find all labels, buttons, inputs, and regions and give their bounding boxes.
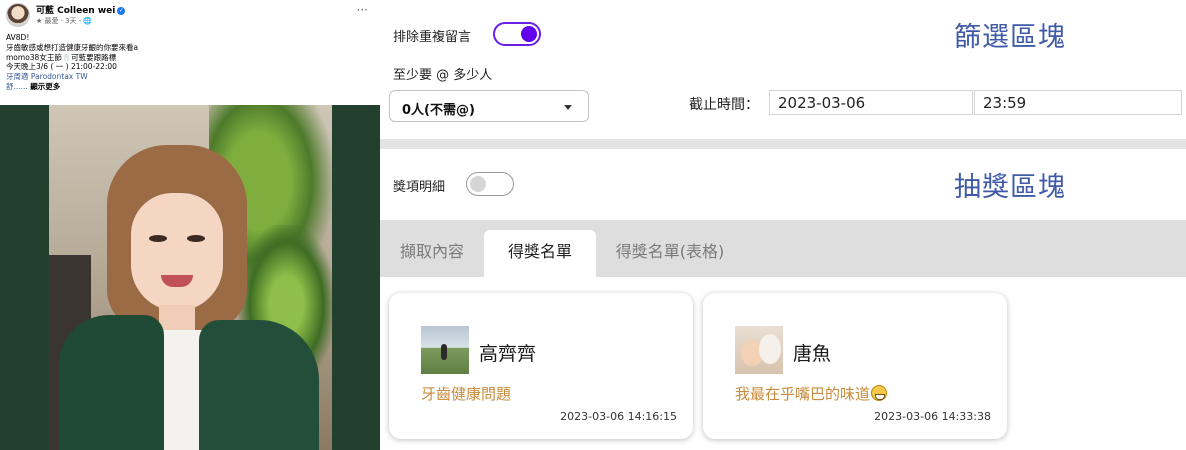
filter-block: 排除重複留言 篩選區塊 至少要 @ 多少人 0人(不需@) 截止時間：	[380, 0, 1186, 139]
grinning-face-icon	[871, 385, 888, 401]
eye	[187, 235, 205, 242]
post-photo[interactable]	[0, 105, 380, 450]
post-header: 可藍 Colleen wei ✓ ★ 最愛 · 3天 · 🌐 ···	[6, 3, 376, 29]
dedupe-toggle[interactable]	[493, 22, 541, 46]
winner-card: 唐魚 我最在乎嘴巴的味道 2023-03-06 14:33:38	[703, 293, 1007, 439]
lottery-block-title: 抽獎區塊	[954, 172, 1066, 203]
deadline-label: 截止時間：	[689, 97, 759, 113]
post-line: momo38女王節🦷可藍要跟路標	[6, 52, 117, 62]
verified-badge-icon: ✓	[117, 7, 126, 15]
more-options-icon[interactable]: ···	[357, 3, 368, 17]
winner-comment: 牙齒健康問題	[421, 385, 512, 403]
min-mention-select[interactable]: 0人(不需@)	[389, 90, 589, 122]
prize-detail-toggle[interactable]	[466, 172, 514, 196]
filter-block-title: 篩選區塊	[954, 22, 1066, 53]
brand-link[interactable]: 牙周適 Parodontax TW	[6, 72, 374, 82]
prize-detail-label: 獎項明細	[393, 180, 446, 195]
min-mention-value: 0人(不需@)	[402, 103, 475, 118]
winner-comment: 我最在乎嘴巴的味道	[735, 383, 888, 404]
result-tabs: 擷取內容 得獎名單 得獎名單(表格)	[380, 220, 1186, 277]
post-line: AV8D!	[6, 33, 30, 42]
winner-list: 高齊齊 牙齒健康問題 2023-03-06 14:16:15 唐魚 我最在乎嘴巴…	[380, 277, 1186, 450]
face	[131, 193, 223, 311]
deadline-time-input[interactable]	[974, 90, 1182, 115]
lottery-block: 獎項明細 抽獎區塊	[380, 149, 1186, 220]
winner-card: 高齊齊 牙齒健康問題 2023-03-06 14:16:15	[389, 293, 693, 439]
jacket-right	[199, 320, 319, 450]
winner-avatar	[421, 326, 469, 374]
facebook-post: 可藍 Colleen wei ✓ ★ 最愛 · 3天 · 🌐 ··· AV8D! …	[0, 0, 380, 450]
lottery-app: 排除重複留言 篩選區塊 至少要 @ 多少人 0人(不需@) 截止時間： 獎項明細…	[380, 0, 1186, 450]
dedupe-label: 排除重複留言	[393, 30, 472, 45]
jacket-left	[59, 315, 164, 450]
winner-avatar	[735, 326, 783, 374]
dropdown-arrow-icon	[564, 105, 572, 110]
winner-timestamp: 2023-03-06 14:33:38	[874, 410, 991, 423]
photo-content	[49, 105, 332, 450]
post-meta: ★ 最愛 · 3天 · 🌐	[36, 17, 93, 25]
tab-winner-table[interactable]: 得獎名單(表格)	[596, 230, 744, 277]
truncated-text: 舒......	[6, 81, 28, 91]
toggle-knob	[470, 176, 486, 192]
winner-name: 高齊齊	[479, 343, 537, 365]
post-line: 牙齒敏感或想打造健康牙齦的你要來看a	[6, 42, 139, 52]
post-text: AV8D! 牙齒敏感或想打造健康牙齦的你要來看a momo38女王節🦷可藍要跟路…	[6, 33, 374, 92]
author-avatar[interactable]	[6, 3, 30, 27]
see-more-link[interactable]: 顯示更多	[30, 82, 60, 91]
tab-fetched-content[interactable]: 擷取內容	[380, 230, 484, 277]
post-line: 今天晚上3/6 ( 一 ) 21:00-22:00	[6, 62, 117, 72]
toggle-knob	[521, 26, 537, 42]
tab-winner-list[interactable]: 得獎名單	[484, 230, 596, 277]
winner-timestamp: 2023-03-06 14:16:15	[560, 410, 677, 423]
author-name[interactable]: 可藍 Colleen wei	[36, 6, 115, 16]
eye	[149, 235, 167, 242]
winner-name: 唐魚	[793, 343, 832, 365]
post-author[interactable]: 可藍 Colleen wei ✓	[36, 3, 126, 16]
min-mention-label: 至少要 @ 多少人	[393, 68, 493, 83]
post-truncated-line: 舒...... 顯示更多	[6, 82, 374, 92]
section-divider	[380, 139, 1186, 149]
winner-comment-text: 我最在乎嘴巴的味道	[735, 385, 871, 403]
deadline-date-input[interactable]	[769, 90, 973, 115]
